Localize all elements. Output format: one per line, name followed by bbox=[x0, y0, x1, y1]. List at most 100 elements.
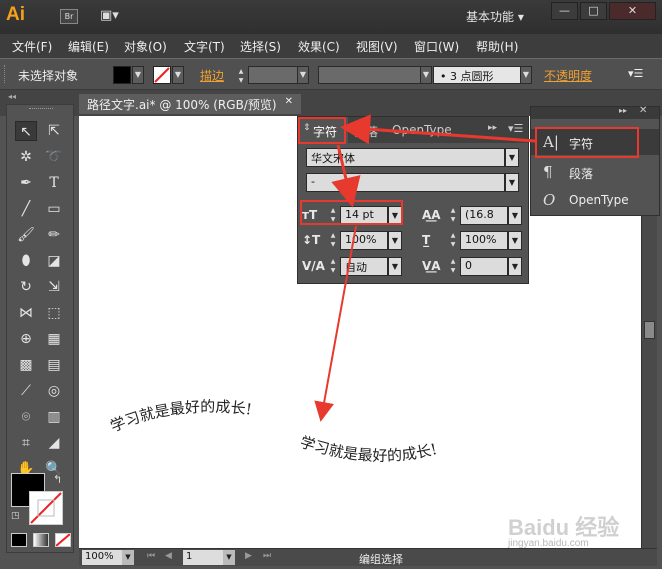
default-colors-icon[interactable]: ◳ bbox=[11, 511, 20, 521]
menu-help[interactable]: 帮助(H) bbox=[476, 38, 518, 55]
stroke-label[interactable]: 描边 bbox=[200, 67, 224, 84]
eraser-tool-icon[interactable]: ◪ bbox=[43, 251, 65, 271]
tracking-field[interactable]: 0 bbox=[460, 257, 508, 276]
gradient-tool-icon[interactable]: ▤ bbox=[43, 355, 65, 375]
direct-selection-tool-icon[interactable]: ⇱ bbox=[43, 121, 65, 141]
font-family-field[interactable]: 华文宋体 bbox=[306, 148, 505, 167]
blob-brush-tool-icon[interactable]: ⬮ bbox=[15, 251, 37, 271]
selection-tool-icon[interactable]: ↖ bbox=[15, 121, 37, 141]
swap-colors-icon[interactable]: ↰ bbox=[53, 473, 62, 486]
pencil-tool-icon[interactable]: ✏ bbox=[43, 225, 65, 245]
kerning-spinner[interactable]: ▲ ▼ bbox=[328, 257, 338, 276]
lasso-tool-icon[interactable]: ➰ bbox=[43, 147, 65, 167]
menu-window[interactable]: 窗口(W) bbox=[414, 38, 459, 55]
horizontal-scale-spinner[interactable]: ▲ ▼ bbox=[448, 231, 458, 250]
zoom-dropdown[interactable]: ▼ bbox=[122, 550, 134, 565]
type-tool-icon[interactable]: T bbox=[43, 173, 65, 193]
panel-collapse-icon[interactable]: ▸▸ bbox=[488, 123, 497, 133]
dock-item-opentype[interactable]: O OpenType bbox=[531, 187, 659, 213]
menu-object[interactable]: 对象(O) bbox=[124, 38, 167, 55]
artboard-tool-icon[interactable]: ⌗ bbox=[15, 433, 37, 453]
font-family-dropdown[interactable]: ▼ bbox=[505, 148, 519, 167]
leading-field[interactable]: (16.8 bbox=[460, 206, 508, 225]
close-button[interactable]: ✕ bbox=[609, 2, 656, 20]
stroke-weight-dropdown[interactable]: ▼ bbox=[297, 66, 309, 84]
gradient-mode-icon[interactable] bbox=[33, 533, 49, 547]
path-text-1[interactable]: 学习就是最好的成长! bbox=[108, 398, 253, 436]
font-style-field[interactable]: - bbox=[306, 173, 505, 192]
prev-artboard-icon[interactable]: ◀ bbox=[165, 551, 172, 561]
scale-tool-icon[interactable]: ⇲ bbox=[43, 277, 65, 297]
tab-opentype[interactable]: OpenType bbox=[392, 123, 452, 137]
free-transform-tool-icon[interactable]: ⬚ bbox=[43, 303, 65, 323]
dock-item-paragraph[interactable]: ¶ 段落 bbox=[531, 159, 659, 185]
perspective-grid-tool-icon[interactable]: ▦ bbox=[43, 329, 65, 349]
stroke-weight-field[interactable] bbox=[248, 66, 298, 84]
blend-tool-icon[interactable]: ◎ bbox=[43, 381, 65, 401]
last-artboard-icon[interactable]: ⏭ bbox=[263, 551, 271, 561]
toolbar-collapse-icon[interactable]: ◂◂ bbox=[8, 92, 16, 101]
rotate-tool-icon[interactable]: ↻ bbox=[15, 277, 37, 297]
tracking-spinner[interactable]: ▲ ▼ bbox=[448, 257, 458, 276]
color-mode-icon[interactable] bbox=[11, 533, 27, 547]
font-style-dropdown[interactable]: ▼ bbox=[505, 173, 519, 192]
document-tab[interactable]: 路径文字.ai* @ 100% (RGB/预览) ✕ bbox=[79, 94, 301, 114]
menu-edit[interactable]: 编辑(E) bbox=[68, 38, 109, 55]
toolbar-grip[interactable] bbox=[29, 108, 53, 111]
opacity-label[interactable]: 不透明度 bbox=[544, 67, 592, 84]
brush-field[interactable]: • 3 点圆形 bbox=[433, 66, 521, 84]
variable-width-dropdown[interactable]: ▼ bbox=[420, 66, 432, 84]
brush-dropdown[interactable]: ▼ bbox=[520, 66, 532, 84]
bridge-button[interactable]: Br bbox=[60, 9, 78, 24]
menu-view[interactable]: 视图(V) bbox=[356, 38, 398, 55]
workspace-switcher[interactable]: 基本功能 ▾ bbox=[466, 8, 524, 26]
maximize-button[interactable]: □ bbox=[580, 2, 607, 20]
control-bar-grip[interactable] bbox=[4, 65, 7, 83]
paintbrush-tool-icon[interactable]: 🖌 bbox=[15, 225, 37, 245]
vertical-scale-dropdown[interactable]: ▼ bbox=[388, 231, 402, 250]
vertical-scroll-thumb[interactable] bbox=[644, 321, 655, 339]
stroke-dropdown[interactable]: ▼ bbox=[172, 66, 184, 84]
dock-header[interactable]: ▸▸ ✕ bbox=[531, 105, 659, 119]
panel-options-icon[interactable]: ▾☰ bbox=[508, 122, 523, 135]
menu-file[interactable]: 文件(F) bbox=[12, 38, 52, 55]
kerning-field[interactable]: 自动 bbox=[340, 257, 388, 276]
tracking-dropdown[interactable]: ▼ bbox=[508, 257, 522, 276]
vertical-scale-spinner[interactable]: ▲ ▼ bbox=[328, 231, 338, 250]
arrange-documents-button[interactable]: ▣▾ bbox=[100, 8, 130, 24]
horizontal-scale-field[interactable]: 100% bbox=[460, 231, 508, 250]
stroke-color-box[interactable] bbox=[29, 491, 63, 525]
pen-tool-icon[interactable]: ✒ bbox=[15, 173, 37, 193]
dock-expand-icon[interactable]: ▸▸ bbox=[619, 106, 627, 115]
none-mode-icon[interactable] bbox=[55, 533, 71, 547]
menu-effect[interactable]: 效果(C) bbox=[298, 38, 340, 55]
dock-close-icon[interactable]: ✕ bbox=[639, 105, 647, 116]
menu-type[interactable]: 文字(T) bbox=[184, 38, 225, 55]
slice-tool-icon[interactable]: ◢ bbox=[43, 433, 65, 453]
menu-select[interactable]: 选择(S) bbox=[240, 38, 281, 55]
path-text-2[interactable]: 学习就是最好的成长! bbox=[298, 433, 439, 465]
tab-paragraph[interactable]: 段落 bbox=[354, 123, 378, 140]
zoom-field[interactable]: 100% bbox=[82, 550, 122, 565]
stroke-swatch[interactable] bbox=[153, 66, 171, 84]
panel-menu-icon[interactable]: ▾☰ bbox=[628, 67, 643, 80]
fill-dropdown[interactable]: ▼ bbox=[132, 66, 144, 84]
rectangle-tool-icon[interactable]: ▭ bbox=[43, 199, 65, 219]
leading-spinner[interactable]: ▲ ▼ bbox=[448, 206, 458, 225]
artboard-dropdown[interactable]: ▼ bbox=[223, 550, 235, 565]
mesh-tool-icon[interactable]: ▩ bbox=[15, 355, 37, 375]
first-artboard-icon[interactable]: ⏮ bbox=[147, 551, 155, 561]
magic-wand-tool-icon[interactable]: ✲ bbox=[15, 147, 37, 167]
fill-swatch[interactable] bbox=[113, 66, 131, 84]
width-tool-icon[interactable]: ⋈ bbox=[15, 303, 37, 323]
next-artboard-icon[interactable]: ▶ bbox=[245, 551, 252, 561]
leading-dropdown[interactable]: ▼ bbox=[508, 206, 522, 225]
variable-width-field[interactable] bbox=[318, 66, 422, 84]
eyedropper-tool-icon[interactable]: ⟋ bbox=[15, 381, 37, 401]
document-close-icon[interactable]: ✕ bbox=[285, 96, 293, 107]
artboard-number-field[interactable]: 1 bbox=[183, 550, 223, 565]
minimize-button[interactable]: — bbox=[551, 2, 578, 20]
stroke-spinner[interactable]: ▲ ▼ bbox=[236, 67, 246, 84]
line-tool-icon[interactable]: ╱ bbox=[15, 199, 37, 219]
horizontal-scale-dropdown[interactable]: ▼ bbox=[508, 231, 522, 250]
